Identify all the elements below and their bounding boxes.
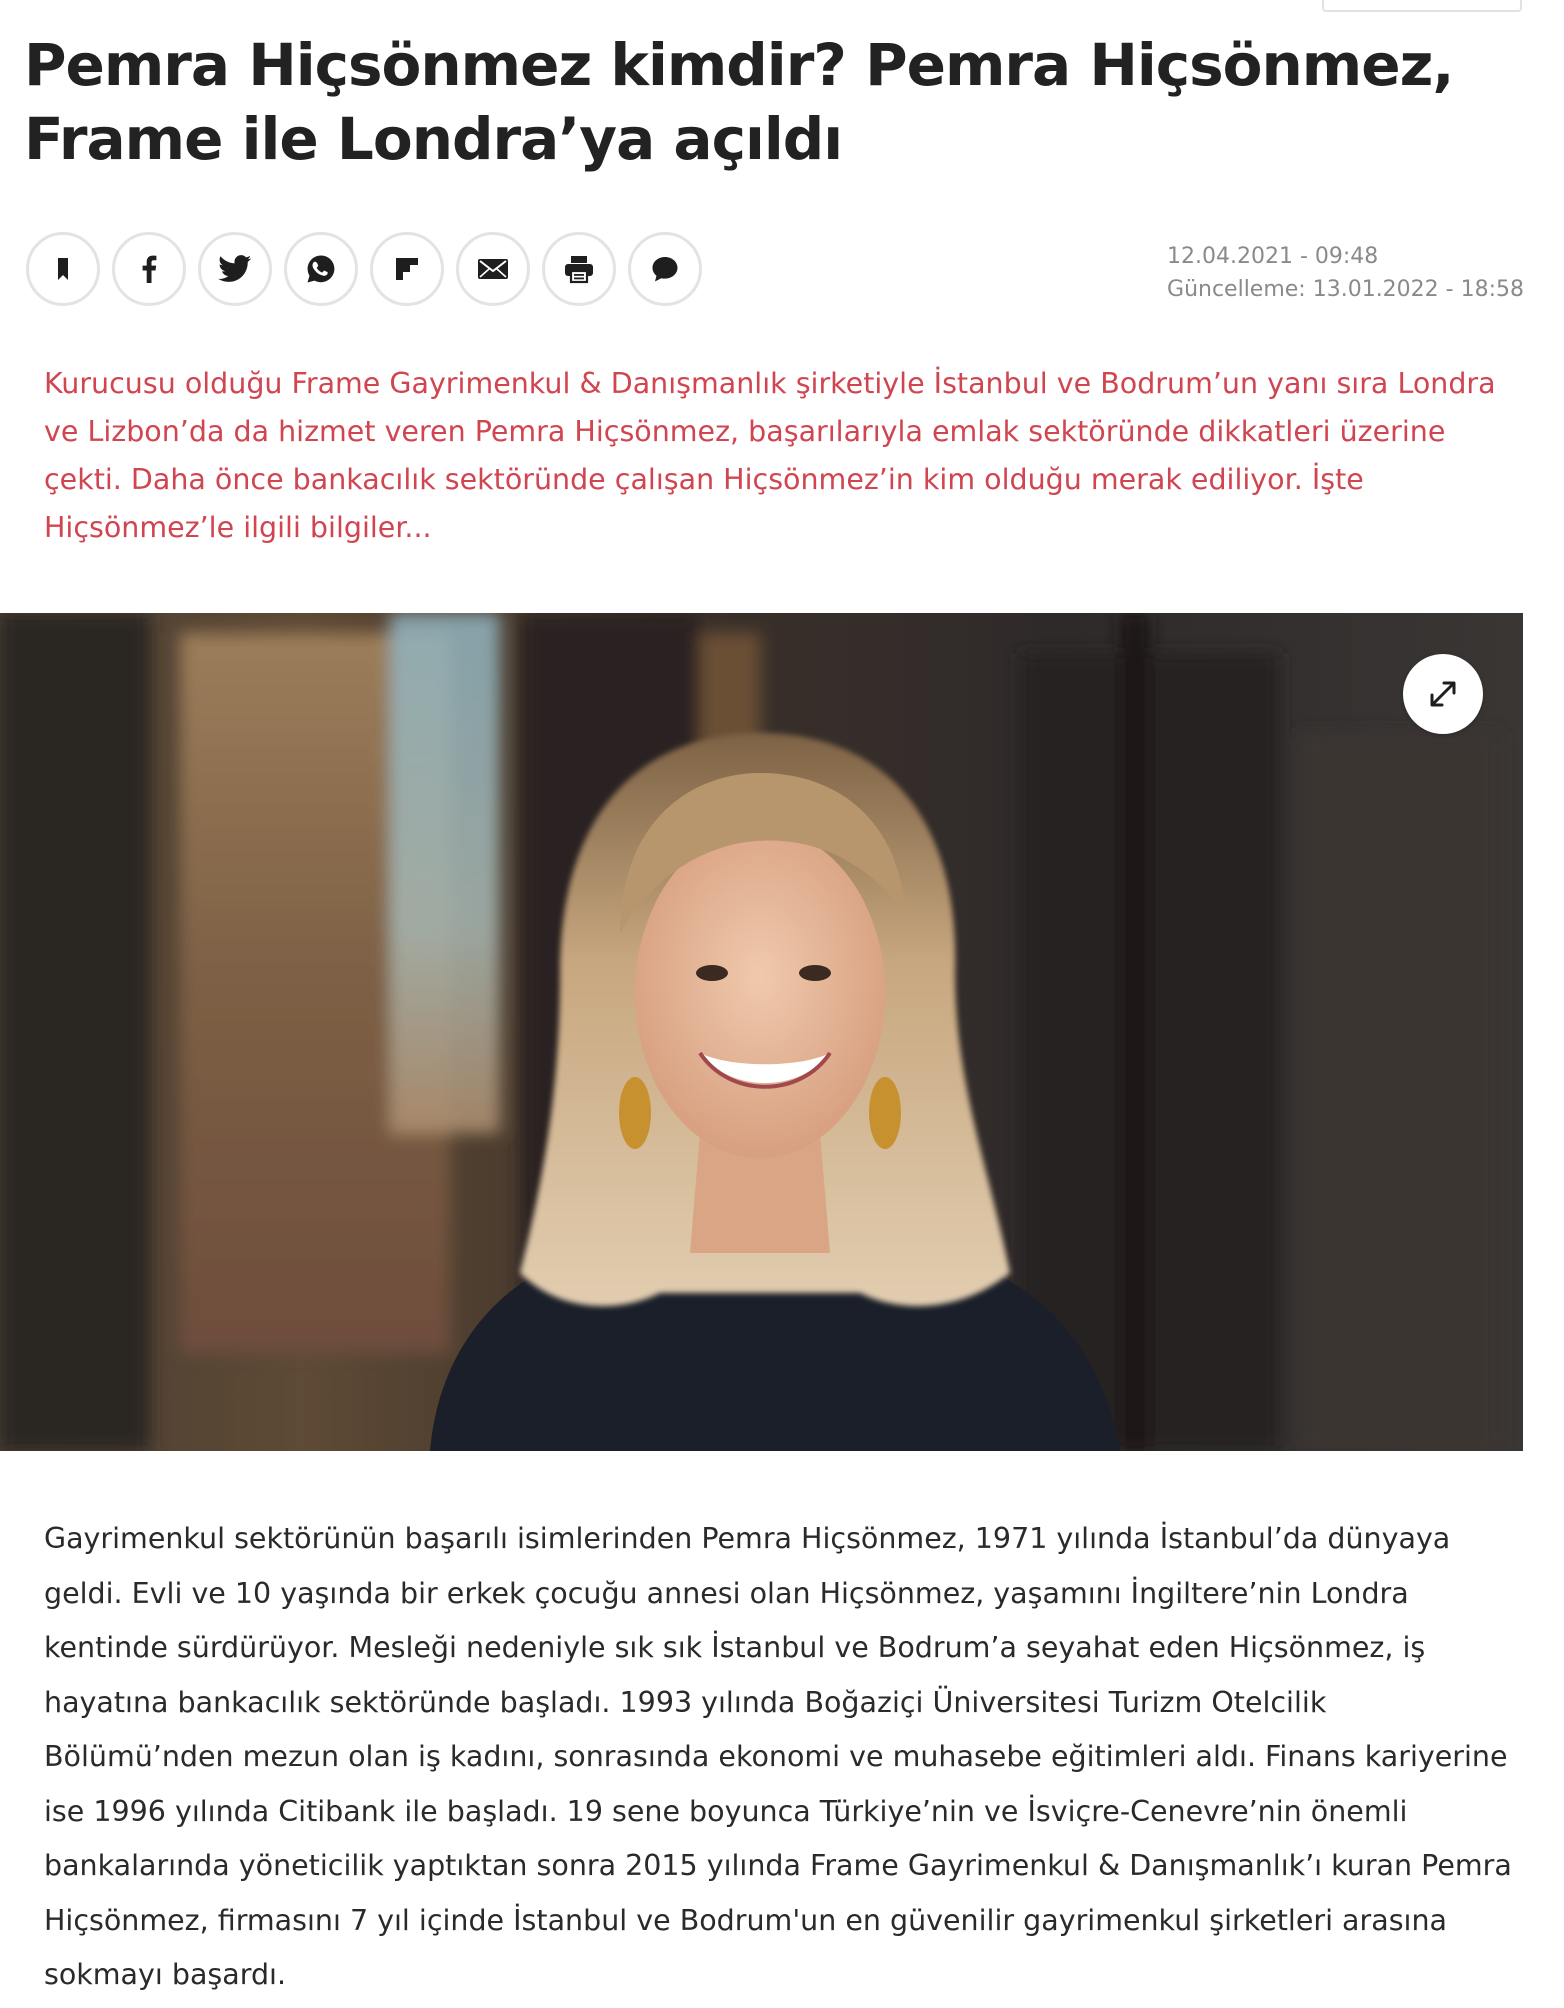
article-dates: 12.04.2021 - 09:48 Güncelleme: 13.01.202…	[1167, 240, 1524, 306]
print-icon	[565, 256, 593, 284]
whatsapp-icon	[307, 255, 335, 283]
bookmark-icon	[58, 258, 68, 280]
comment-icon	[652, 257, 678, 282]
twitter-icon	[218, 255, 252, 282]
email-icon	[478, 259, 508, 279]
facebook-icon	[142, 255, 157, 283]
update-date: Güncelleme: 13.01.2022 - 18:58	[1167, 277, 1524, 302]
share-toolbar	[26, 232, 702, 306]
article-page: Pemra Hiçsönmez kimdir? Pemra Hiçsönmez,…	[0, 0, 1564, 2008]
portrait-photo	[0, 613, 1523, 1451]
whatsapp-share-button[interactable]	[284, 232, 358, 306]
comment-button[interactable]	[628, 232, 702, 306]
bookmark-button[interactable]	[26, 232, 100, 306]
header-search-box[interactable]	[1322, 0, 1522, 12]
article-body: Gayrimenkul sektörünün başarılı isimleri…	[44, 1522, 1512, 1991]
email-share-button[interactable]	[456, 232, 530, 306]
facebook-share-button[interactable]	[112, 232, 186, 306]
expand-image-button[interactable]	[1403, 654, 1483, 734]
article-lead: Kurucusu olduğu Frame Gayrimenkul & Danı…	[44, 367, 1496, 544]
publish-date: 12.04.2021 - 09:48	[1167, 244, 1379, 269]
article-title: Pemra Hiçsönmez kimdir? Pemra Hiçsönmez,…	[24, 31, 1454, 173]
hero-image[interactable]	[0, 613, 1523, 1451]
expand-icon	[1430, 681, 1456, 707]
flipboard-share-button[interactable]	[370, 232, 444, 306]
flipboard-icon	[396, 258, 418, 280]
twitter-share-button[interactable]	[198, 232, 272, 306]
print-button[interactable]	[542, 232, 616, 306]
